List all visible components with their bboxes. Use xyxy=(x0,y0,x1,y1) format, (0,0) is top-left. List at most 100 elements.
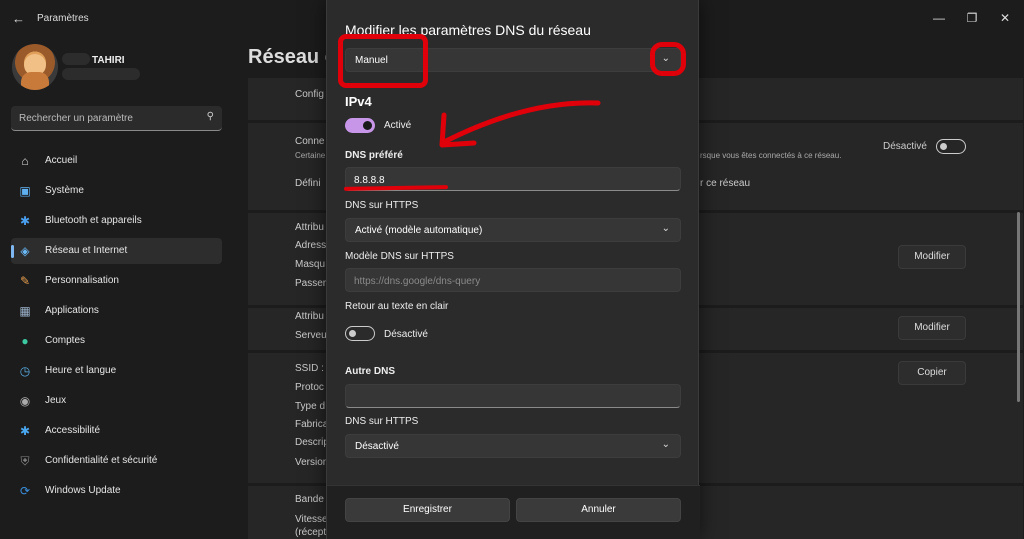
dns-https-template-label: Modèle DNS sur HTTPS xyxy=(345,251,454,262)
preferred-dns-label: DNS préféré xyxy=(345,150,403,161)
avatar[interactable] xyxy=(12,44,58,90)
sidebar-item-label: Jeux xyxy=(45,395,67,406)
sidebar-item-windows-update[interactable]: ⟳ Windows Update xyxy=(11,478,222,504)
annotation-chevron-circle xyxy=(650,42,686,76)
sidebar-item-label: Heure et langue xyxy=(45,365,117,376)
description-label: Descrip xyxy=(295,437,329,448)
define-label-right: r ce réseau xyxy=(700,178,751,189)
minimize-icon[interactable]: — xyxy=(922,6,956,30)
define-label: Défini xyxy=(295,178,321,189)
metered-toggle[interactable] xyxy=(936,139,966,154)
search-icon: ⚲ xyxy=(206,111,214,122)
annotation-arrow-icon xyxy=(439,100,601,148)
page-title: Réseau e xyxy=(248,46,336,68)
chevron-down-icon: ⌄ xyxy=(661,439,670,450)
fallback-toggle-label: Désactivé xyxy=(384,329,428,340)
sidebar-item-confidentialite[interactable]: ⛨ Confidentialité et sécurité xyxy=(11,448,222,474)
dns-https-template-field[interactable] xyxy=(345,268,681,292)
ipv4-toggle[interactable] xyxy=(345,118,375,133)
attrib-label-1: Attribu xyxy=(295,222,324,233)
dialog-footer: Enregistrer Annuler xyxy=(327,485,700,539)
sidebar-item-heure[interactable]: ◷ Heure et langue xyxy=(11,358,222,384)
alt-dns-https-value: Désactivé xyxy=(355,441,399,452)
sidebar-item-bluetooth[interactable]: ✱ Bluetooth et appareils xyxy=(11,208,222,234)
sidebar-item-label: Windows Update xyxy=(45,485,121,496)
search-box[interactable]: ⚲ xyxy=(11,106,222,131)
ipv4-heading: IPv4 xyxy=(345,94,372,109)
window-title: Paramètres xyxy=(37,13,89,24)
shield-icon: ⛨ xyxy=(20,454,30,468)
modify-ip-button[interactable]: Modifier xyxy=(898,245,966,269)
dns-https-value: Activé (modèle automatique) xyxy=(355,225,483,236)
connection-desc-right: rsque vous êtes connectés à ce réseau. xyxy=(700,151,842,160)
alt-dns-https-label: DNS sur HTTPS xyxy=(345,416,419,427)
brush-icon: ✎ xyxy=(19,274,31,288)
annotation-manual-box xyxy=(338,34,428,88)
fallback-label: Retour au texte en clair xyxy=(345,301,449,312)
band-label: Bande xyxy=(295,494,324,505)
alt-dns-label: Autre DNS xyxy=(345,366,396,377)
config-label: Config xyxy=(295,89,324,100)
dns-https-template-input[interactable] xyxy=(354,273,672,289)
accessibility-icon: ✱ xyxy=(19,424,31,438)
sidebar-item-label: Personnalisation xyxy=(45,275,119,286)
maximize-icon[interactable]: ❐ xyxy=(955,6,989,30)
copy-button[interactable]: Copier xyxy=(898,361,966,385)
manufacturer-label: Fabrica xyxy=(295,419,329,430)
dns-https-select[interactable]: Activé (modèle automatique) ⌄ xyxy=(345,218,681,242)
cancel-button[interactable]: Annuler xyxy=(516,498,681,522)
address-label: Adress xyxy=(295,240,327,251)
sidebar-item-label: Comptes xyxy=(45,335,86,346)
modify-dns-button[interactable]: Modifier xyxy=(898,316,966,340)
sidebar-item-personnalisation[interactable]: ✎ Personnalisation xyxy=(11,268,222,294)
blurred-name-part xyxy=(62,53,90,65)
apps-icon: ▦ xyxy=(19,304,31,318)
sidebar-item-label: Applications xyxy=(45,305,99,316)
home-icon: ⌂ xyxy=(21,154,29,168)
sidebar-item-accueil[interactable]: ⌂ Accueil xyxy=(11,148,222,174)
reception-label: (récept xyxy=(295,527,327,538)
sidebar-item-label: Réseau et Internet xyxy=(45,245,128,256)
main-scrollbar[interactable] xyxy=(1017,212,1020,402)
server-label: Serveu xyxy=(295,330,327,341)
search-input[interactable] xyxy=(19,110,199,127)
ipv4-toggle-label: Activé xyxy=(384,120,412,131)
sidebar-item-comptes[interactable]: ● Comptes xyxy=(11,328,222,354)
fallback-toggle[interactable] xyxy=(345,326,375,341)
dns-https-label: DNS sur HTTPS xyxy=(345,200,419,211)
sidebar-item-label: Accessibilité xyxy=(45,425,101,436)
sidebar-item-label: Confidentialité et sécurité xyxy=(45,455,158,466)
wifi-icon: ◈ xyxy=(20,244,30,258)
alt-dns-input[interactable] xyxy=(354,389,672,405)
blurred-email xyxy=(62,68,140,80)
sidebar-item-applications[interactable]: ▦ Applications xyxy=(11,298,222,324)
close-icon[interactable]: ✕ xyxy=(988,6,1022,30)
ssid-label: SSID : xyxy=(295,363,324,374)
update-icon: ⟳ xyxy=(19,484,31,498)
version-label: Version xyxy=(295,457,329,468)
save-button[interactable]: Enregistrer xyxy=(345,498,510,522)
profile-name: TAHIRI xyxy=(92,55,125,66)
sidebar-item-accessibilite[interactable]: ✱ Accessibilité xyxy=(11,418,222,444)
sidebar-item-label: Bluetooth et appareils xyxy=(45,215,142,226)
sidebar-item-systeme[interactable]: ▣ Système xyxy=(11,178,222,204)
bluetooth-icon: ✱ xyxy=(19,214,31,228)
system-icon: ▣ xyxy=(19,184,31,198)
speed-label: Vitesse xyxy=(295,514,328,525)
mask-label: Masqu xyxy=(295,259,326,270)
sidebar-item-label: Accueil xyxy=(45,155,78,166)
sidebar-item-label: Système xyxy=(45,185,84,196)
clock-globe-icon: ◷ xyxy=(19,364,31,378)
sidebar-item-reseau[interactable]: ◈ Réseau et Internet xyxy=(11,238,222,264)
metered-toggle-label: Désactivé xyxy=(883,141,927,152)
chevron-down-icon: ⌄ xyxy=(661,223,670,234)
gamepad-icon: ◉ xyxy=(19,394,31,408)
type-label: Type d xyxy=(295,401,326,412)
sidebar-item-jeux[interactable]: ◉ Jeux xyxy=(11,388,222,414)
protocol-label: Protoc xyxy=(295,382,324,393)
connection-desc: Certaine xyxy=(295,151,326,160)
back-arrow-icon[interactable]: ← xyxy=(12,11,25,26)
alt-dns-field[interactable] xyxy=(345,384,681,408)
alt-dns-https-select[interactable]: Désactivé ⌄ xyxy=(345,434,681,458)
account-icon: ● xyxy=(21,334,29,348)
